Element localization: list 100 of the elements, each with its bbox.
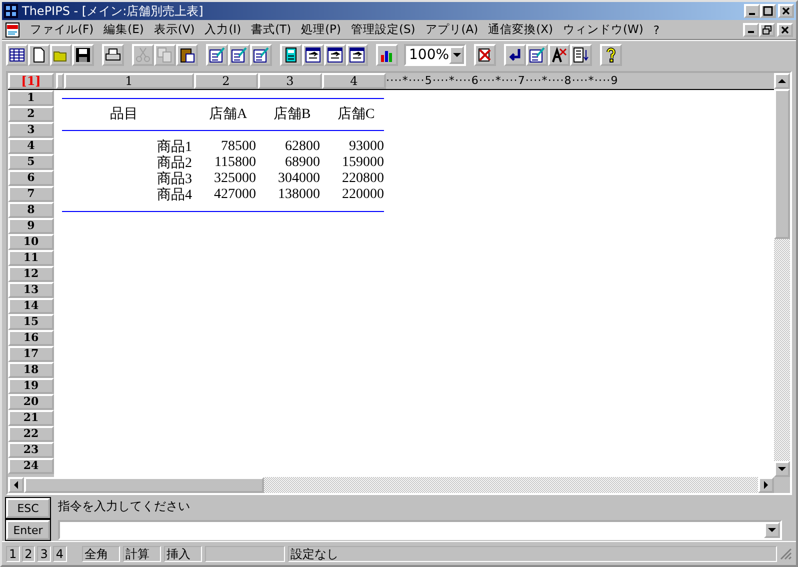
list-arrow-button[interactable] — [570, 44, 592, 66]
esc-button[interactable]: ESC — [6, 498, 50, 518]
folder-button[interactable] — [50, 44, 72, 66]
table-cell-text: 商品4 — [156, 186, 192, 204]
menu-item[interactable]: 編集(E) — [98, 22, 149, 37]
row-header[interactable]: 5 — [8, 154, 54, 170]
row-header[interactable]: 13 — [8, 282, 54, 298]
document-icon[interactable] — [5, 22, 21, 38]
row-header[interactable]: 19 — [8, 378, 54, 394]
close-button[interactable] — [778, 4, 794, 18]
minimize-button[interactable] — [744, 4, 760, 18]
scroll-thumb[interactable] — [24, 477, 264, 493]
pen-form-icon — [529, 47, 545, 63]
row-header[interactable]: 8 — [8, 202, 54, 218]
font-cross-button[interactable] — [548, 44, 570, 66]
restore-button[interactable] — [759, 22, 775, 36]
window-arrow-button[interactable] — [346, 44, 368, 66]
column-header[interactable]: 4 — [322, 73, 386, 89]
table-cell-text: 商品3 — [156, 170, 192, 187]
menu-item[interactable]: 入力(I) — [200, 22, 246, 37]
window-arrow-button[interactable] — [302, 44, 324, 66]
floppy-button[interactable] — [72, 44, 94, 66]
row-header[interactable]: 15 — [8, 314, 54, 330]
form-pen-button[interactable] — [206, 44, 228, 66]
row-header[interactable]: 16 — [8, 330, 54, 346]
column-header[interactable]: 1 — [64, 73, 194, 89]
menu-item[interactable]: 処理(P) — [296, 22, 346, 37]
row-header[interactable]: 6 — [8, 170, 54, 186]
form-pen-button[interactable] — [228, 44, 250, 66]
row-header[interactable]: 7 — [8, 186, 54, 202]
column-header[interactable]: 3 — [258, 73, 322, 89]
table-cell-text: 325000 — [213, 171, 256, 187]
column-heading: 店舗C — [336, 105, 376, 123]
delete-button[interactable] — [474, 44, 496, 66]
row-header[interactable]: 21 — [8, 410, 54, 426]
menu-item[interactable]: 書式(T) — [246, 22, 296, 37]
page-button[interactable] — [28, 44, 50, 66]
minimize-button[interactable] — [743, 22, 759, 36]
form-pen-button[interactable] — [250, 44, 272, 66]
scroll-up-button[interactable] — [774, 73, 790, 89]
menu-item[interactable]: 通信変換(X) — [483, 22, 558, 37]
zoom-dropdown[interactable]: 100% — [404, 44, 466, 66]
row-header[interactable]: 3 — [8, 122, 54, 138]
column-heading: 店舗A — [208, 105, 248, 123]
page-indicator[interactable]: 3 — [37, 546, 51, 562]
row-header[interactable]: 10 — [8, 234, 54, 250]
page-indicator[interactable]: 4 — [52, 546, 67, 562]
scroll-left-button[interactable] — [8, 477, 24, 493]
menu-item[interactable]: ファイル(F) — [25, 22, 99, 37]
scroll-down-button[interactable] — [774, 461, 790, 477]
clipboard-button[interactable] — [176, 44, 198, 66]
row-header[interactable]: 24 — [8, 458, 54, 474]
menu-item[interactable]: 管理設定(S) — [346, 22, 420, 37]
page-icon — [31, 47, 47, 63]
row-header[interactable]: 17 — [8, 346, 54, 362]
resize-grip-icon[interactable] — [780, 548, 792, 560]
status-mode: 挿入 — [164, 546, 202, 562]
calculator-icon — [283, 47, 299, 63]
command-input-field[interactable] — [58, 520, 782, 540]
row-header[interactable]: 23 — [8, 442, 54, 458]
table-button[interactable] — [6, 44, 28, 66]
horizontal-scrollbar[interactable] — [8, 477, 774, 493]
scissors-icon — [135, 47, 151, 63]
scroll-thumb[interactable] — [774, 89, 790, 239]
window-arrow-button[interactable] — [324, 44, 346, 66]
pen-form-button[interactable] — [526, 44, 548, 66]
table-icon — [9, 47, 25, 63]
row-header[interactable]: 2 — [8, 106, 54, 122]
calculator-button[interactable] — [280, 44, 302, 66]
question-button[interactable] — [600, 44, 622, 66]
dropdown-arrow-icon — [768, 528, 776, 532]
column-heading: 品目 — [109, 106, 139, 123]
menu-item[interactable]: ? — [648, 22, 664, 36]
menu-item[interactable]: ウィンドウ(W) — [558, 22, 648, 37]
column-header[interactable]: 2 — [194, 73, 258, 89]
row-header[interactable]: 1 — [8, 90, 54, 106]
enter-button[interactable]: Enter — [6, 520, 50, 540]
close-icon — [781, 6, 791, 16]
row-header[interactable]: 18 — [8, 362, 54, 378]
column-heading: 店舗B — [272, 105, 312, 123]
page-indicator[interactable]: 2 — [22, 546, 36, 562]
row-header[interactable]: 22 — [8, 426, 54, 442]
scroll-right-button[interactable] — [758, 477, 774, 493]
page-indicator[interactable]: 1 — [6, 546, 20, 562]
window-title: ThePIPS - [メイン:店舗別売上表] — [22, 2, 204, 20]
row-header[interactable]: 11 — [8, 250, 54, 266]
return-arrow-button[interactable] — [504, 44, 526, 66]
maximize-button[interactable] — [760, 4, 776, 18]
menu-item[interactable]: 表示(V) — [148, 22, 200, 37]
menu-item[interactable]: アプリ(A) — [420, 22, 484, 37]
close-button[interactable] — [777, 22, 793, 36]
printer-button[interactable] — [102, 44, 124, 66]
list-arrow-icon — [573, 47, 589, 63]
bar-chart-button[interactable] — [376, 44, 398, 66]
printer-icon — [105, 47, 121, 63]
row-header[interactable]: 9 — [8, 218, 54, 234]
row-header[interactable]: 12 — [8, 266, 54, 282]
row-header[interactable]: 20 — [8, 394, 54, 410]
row-header[interactable]: 4 — [8, 138, 54, 154]
row-header[interactable]: 14 — [8, 298, 54, 314]
